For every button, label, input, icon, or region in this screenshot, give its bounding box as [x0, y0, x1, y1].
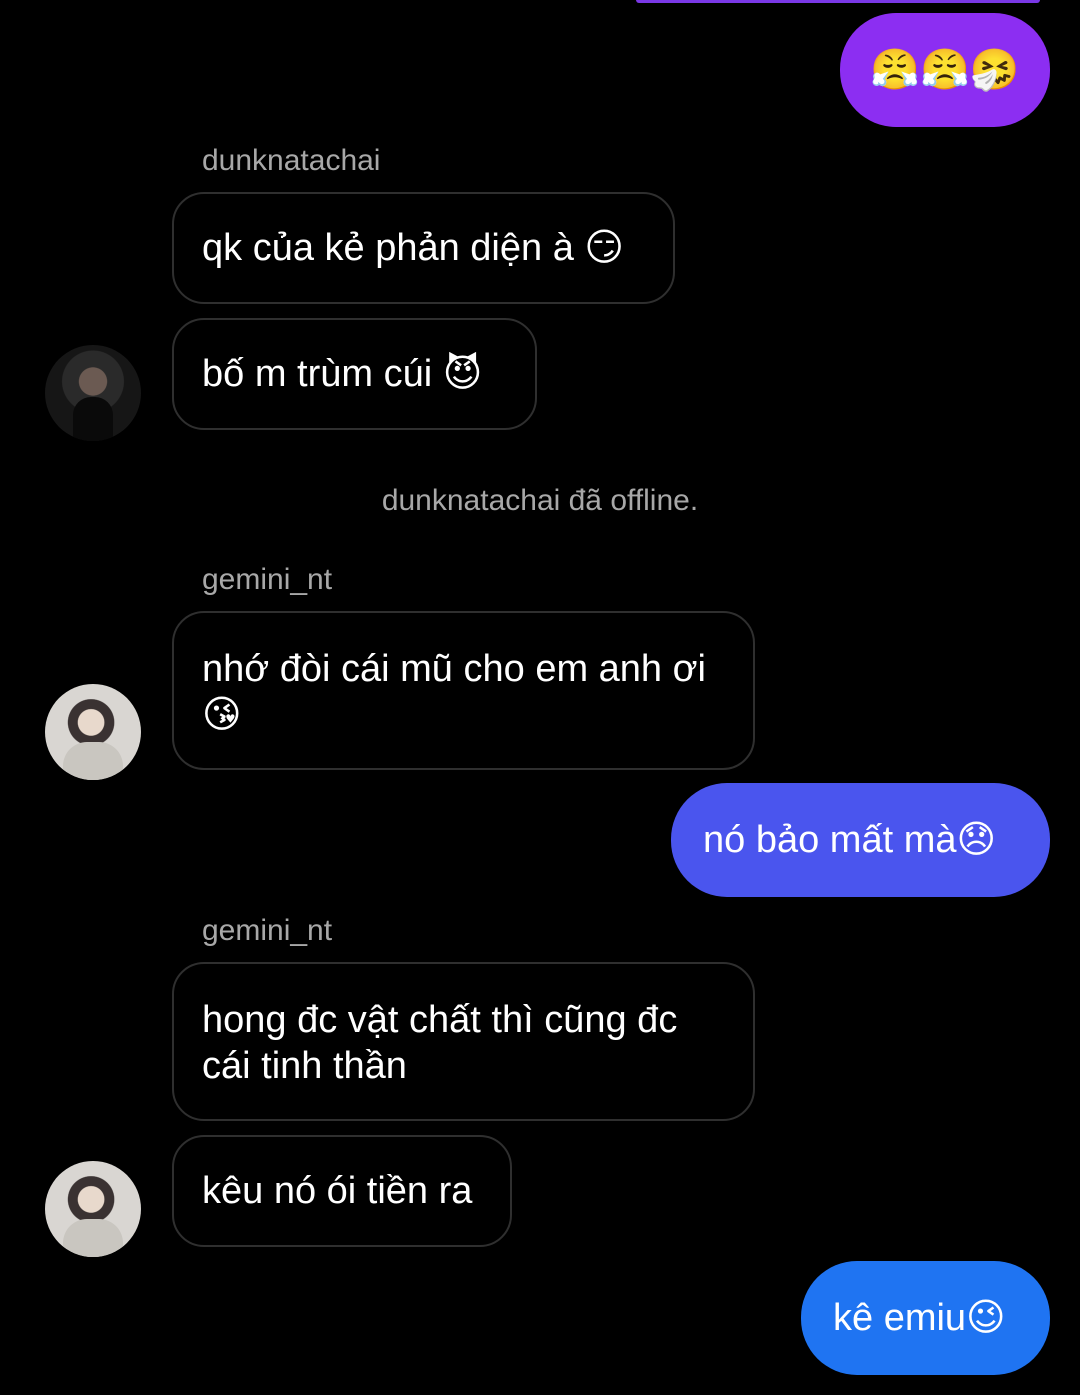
message-text: 😤😤🤧	[870, 47, 1020, 93]
incoming-message-bubble[interactable]: hong đc vật chất thì cũng đc cái tinh th…	[172, 962, 755, 1121]
sender-name: dunknatachai	[202, 144, 381, 177]
previous-message-edge	[636, 0, 1040, 3]
message-text: nhớ đòi cái mũ cho em anh ơi 😘	[202, 648, 706, 736]
outgoing-message-bubble[interactable]: kê emiu😉	[801, 1261, 1050, 1375]
message-text: bố m trùm cúi 😈	[202, 353, 483, 395]
incoming-message-bubble[interactable]: kêu nó ói tiền ra	[172, 1135, 512, 1247]
outgoing-message-bubble[interactable]: nó bảo mất mà😞	[671, 783, 1050, 897]
outgoing-message-bubble[interactable]: 😤😤🤧	[840, 13, 1050, 127]
gemini-nt-avatar[interactable]	[45, 1161, 141, 1257]
dunknatachai-avatar[interactable]	[45, 345, 141, 441]
offline-status-note: dunknatachai đã offline.	[381, 484, 699, 517]
incoming-message-bubble[interactable]: qk của kẻ phản diện à 😏	[172, 192, 675, 304]
gemini-nt-avatar[interactable]	[45, 684, 141, 780]
message-text: kêu nó ói tiền ra	[202, 1170, 473, 1212]
message-text: kê emiu😉	[833, 1297, 1006, 1339]
incoming-message-bubble[interactable]: nhớ đòi cái mũ cho em anh ơi 😘	[172, 611, 755, 770]
message-text: qk của kẻ phản diện à 😏	[202, 227, 625, 269]
message-text: hong đc vật chất thì cũng đc cái tinh th…	[202, 999, 678, 1087]
sender-name: gemini_nt	[202, 914, 333, 947]
incoming-message-bubble[interactable]: bố m trùm cúi 😈	[172, 318, 537, 430]
sender-name: gemini_nt	[202, 563, 333, 596]
message-text: nó bảo mất mà😞	[703, 819, 997, 861]
